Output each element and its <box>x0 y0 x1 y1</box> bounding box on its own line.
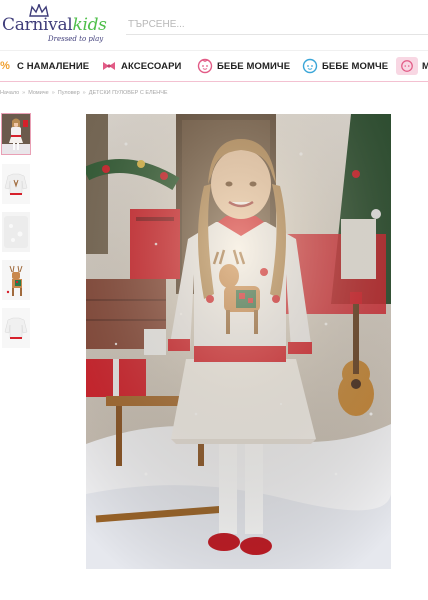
baby-girl-icon <box>197 58 213 74</box>
nav-item-baby-boy[interactable]: БЕБЕ МОМЧЕ <box>302 57 388 75</box>
nav-item-label: БЕБЕ МОМИЧЕ <box>217 60 291 72</box>
thumb-sweater-front[interactable] <box>2 164 30 204</box>
nav-item-label: БЕБЕ МОМЧЕ <box>322 60 389 72</box>
site-header: Carnivalkids Dressed to play <box>0 0 428 50</box>
thumb-sweater-texture[interactable] <box>2 212 30 252</box>
nav-item-label: М <box>422 60 428 72</box>
thumb-sweater-back[interactable] <box>2 308 30 348</box>
nav-item-accessories[interactable]: АКСЕСОАРИ <box>101 57 181 75</box>
breadcrumb-separator: » <box>22 90 26 96</box>
breadcrumb-separator: » <box>82 90 86 96</box>
bow-icon <box>101 58 117 74</box>
product-main-image[interactable] <box>86 114 391 569</box>
nav-item-sale[interactable]: % С НАМАЛЕНИЕ <box>0 57 89 75</box>
breadcrumb-link-girl[interactable]: Момиче <box>28 90 48 96</box>
main-nav: % С НАМАЛЕНИЕ АКСЕСОАРИ БЕБЕ МОМИЧЕ БЕБЕ… <box>0 50 428 82</box>
brand-name: Carnivalkids <box>2 15 107 35</box>
nav-item-label: АКСЕСОАРИ <box>121 60 182 72</box>
breadcrumb-link-sweater[interactable]: Пуловер <box>58 90 80 96</box>
thumb-reindeer-detail[interactable] <box>2 260 30 300</box>
breadcrumb-link-home[interactable]: Начало <box>0 90 19 96</box>
breadcrumb-separator: » <box>51 90 55 96</box>
thumb-girl-photo[interactable] <box>1 113 31 155</box>
percent-icon: % <box>0 59 10 72</box>
nav-item-baby-girl[interactable]: БЕБЕ МОМИЧЕ <box>197 57 290 75</box>
breadcrumb-current: ДЕТСКИ ПУЛОВЕР С ЕЛЕНЧЕ <box>88 90 168 96</box>
girl-icon <box>396 57 418 75</box>
brand-tagline: Dressed to play <box>48 35 104 43</box>
nav-item-girl[interactable]: М <box>396 57 428 75</box>
nav-item-label: С НАМАЛЕНИЕ <box>17 60 90 72</box>
product-photo-scene <box>86 114 391 569</box>
brand-logo[interactable]: Carnivalkids Dressed to play <box>2 4 114 44</box>
search-input[interactable] <box>126 14 428 35</box>
baby-boy-icon <box>302 58 318 74</box>
breadcrumb: Начало » Момиче » Пуловер » ДЕТСКИ ПУЛОВ… <box>0 88 168 98</box>
